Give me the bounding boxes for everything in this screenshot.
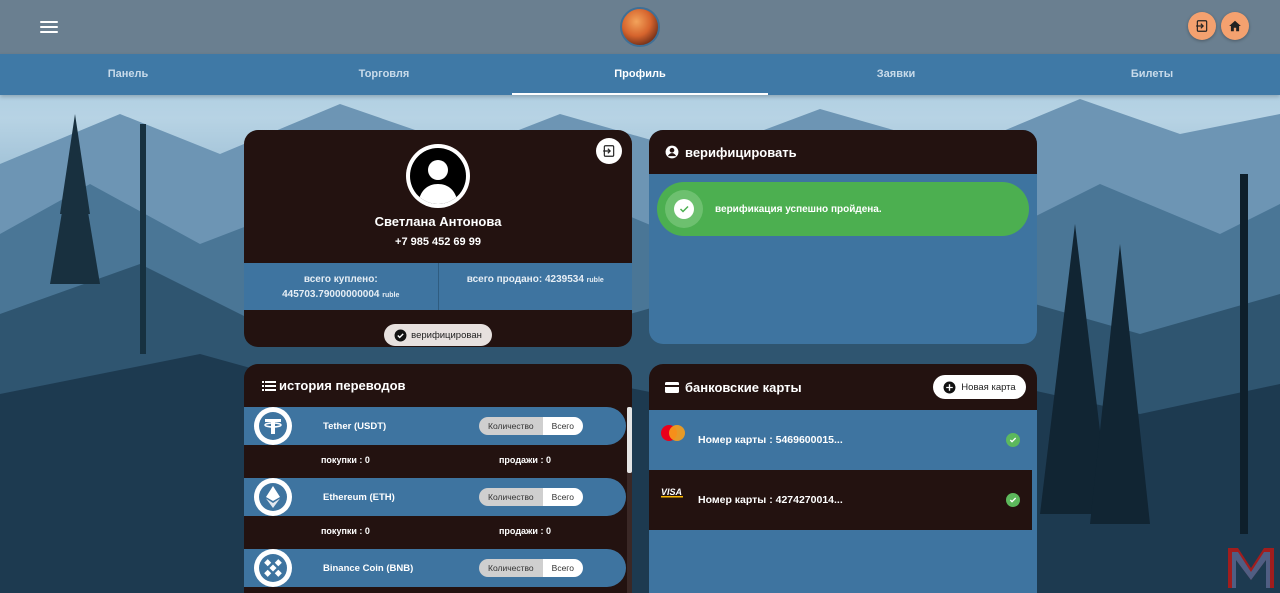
home-icon <box>1229 20 1241 32</box>
new-card-button[interactable]: Новая карта <box>933 375 1026 399</box>
card-number: Номер карты : 4274270014... <box>698 494 843 506</box>
total-sold-label: всего продано: <box>466 274 543 285</box>
tether-icon <box>254 407 292 445</box>
coin-row-bnb[interactable]: Binance Coin (BNB) Количество Всего <box>244 549 626 587</box>
verified-badge-label: верифицирован <box>411 329 482 341</box>
total-bought-value: 445703.79000000004 <box>282 289 380 300</box>
coin-name: Binance Coin (BNB) <box>323 562 414 574</box>
toggle-quantity[interactable]: Количество <box>479 417 543 435</box>
visa-icon: VISA <box>661 487 683 498</box>
account-circle-icon <box>665 145 679 159</box>
total-bought: всего куплено: 445703.79000000004 ruble <box>244 263 438 310</box>
success-icon-ring <box>665 190 703 228</box>
hamburger-menu-icon[interactable] <box>40 18 58 34</box>
watermark-logo <box>1228 548 1274 588</box>
mastercard-icon <box>661 425 685 441</box>
total-sold-unit: ruble <box>586 277 604 284</box>
credit-card-icon <box>665 381 679 393</box>
plus-circle-icon <box>943 381 956 393</box>
card-verified-check-icon <box>1006 433 1020 447</box>
verified-badge: верифицирован <box>384 324 492 346</box>
toggle-quantity[interactable]: Количество <box>479 559 543 577</box>
site-logo[interactable] <box>620 7 660 47</box>
home-button[interactable] <box>1221 12 1249 40</box>
coin-row-usdt[interactable]: Tether (USDT) Количество Всего <box>244 407 626 445</box>
bank-cards-card: банковские карты Новая карта Номер карты… <box>649 364 1037 593</box>
total-sold-value: 4239534 <box>544 274 584 285</box>
total-sold: всего продано: 4239534 ruble <box>437 263 633 310</box>
verify-header: верифицировать <box>649 130 1037 174</box>
coin-buys: покупки : 0 <box>321 526 370 536</box>
coin-stats: покупки : 0 продажи : 0 <box>244 445 626 475</box>
mountain-background <box>0 99 1280 593</box>
history-title: история переводов <box>279 378 406 393</box>
amount-toggle: Количество Всего <box>479 417 583 435</box>
logout-icon <box>603 145 615 157</box>
bank-card-row[interactable]: Номер карты : 5469600015... <box>649 410 1032 470</box>
logout-icon <box>1196 20 1208 32</box>
verification-success-alert: верификация успешно пройдена. <box>657 182 1029 236</box>
user-silhouette-icon <box>418 160 458 204</box>
coin-stats: покупки : 0 продажи : 0 <box>244 516 626 546</box>
amount-toggle: Количество Всего <box>479 559 583 577</box>
card-verified-check-icon <box>1006 493 1020 507</box>
toggle-total[interactable]: Всего <box>542 488 583 506</box>
coin-row-eth[interactable]: Ethereum (ETH) Количество Всего <box>244 478 626 516</box>
binance-icon <box>254 549 292 587</box>
tab-trading[interactable]: Торговля <box>256 54 512 95</box>
avatar <box>406 144 470 208</box>
card-number: Номер карты : 5469600015... <box>698 434 843 446</box>
tab-requests[interactable]: Заявки <box>768 54 1024 95</box>
main-nav: Панель Торговля Профиль Заявки Билеты <box>0 54 1280 95</box>
bank-title: банковские карты <box>685 379 802 395</box>
scrollbar-thumb[interactable] <box>627 407 632 473</box>
profile-card: Светлана Антонова +7 985 452 69 99 всего… <box>244 130 632 347</box>
toggle-quantity[interactable]: Количество <box>479 488 543 506</box>
check-circle-icon <box>394 329 407 341</box>
verification-message: верификация успешно пройдена. <box>715 203 882 215</box>
svg-text:VISA: VISA <box>661 487 682 497</box>
list-icon <box>262 380 276 391</box>
bank-header: банковские карты Новая карта <box>649 364 1037 410</box>
history-scrollbar[interactable] <box>627 407 632 593</box>
verify-card: верифицировать верификация успешно пройд… <box>649 130 1037 344</box>
profile-name: Светлана Антонова <box>374 214 502 229</box>
toggle-total[interactable]: Всего <box>542 417 583 435</box>
logout-button[interactable] <box>1188 12 1216 40</box>
check-icon <box>674 199 694 219</box>
total-bought-unit: ruble <box>382 292 400 299</box>
coin-sells: продажи : 0 <box>499 526 551 536</box>
total-bought-label: всего куплено: <box>303 274 378 285</box>
transfer-history-card: история переводов Tether (USDT) Количест… <box>244 364 632 593</box>
toggle-total[interactable]: Всего <box>542 559 583 577</box>
profile-phone: +7 985 452 69 99 <box>395 236 481 248</box>
coin-buys: покупки : 0 <box>321 455 370 465</box>
ethereum-icon <box>254 478 292 516</box>
tab-panel[interactable]: Панель <box>0 54 256 95</box>
verify-title: верифицировать <box>685 144 797 160</box>
top-bar <box>0 0 1280 54</box>
coin-name: Tether (USDT) <box>323 420 387 432</box>
amount-toggle: Количество Всего <box>479 488 583 506</box>
coin-sells: продажи : 0 <box>499 455 551 465</box>
bank-card-row[interactable]: VISA Номер карты : 4274270014... <box>649 470 1032 530</box>
history-header: история переводов <box>244 364 632 407</box>
new-card-label: Новая карта <box>961 381 1016 393</box>
profile-logout-button[interactable] <box>596 138 622 164</box>
tab-profile[interactable]: Профиль <box>512 54 768 95</box>
coin-name: Ethereum (ETH) <box>323 491 395 503</box>
profile-stats: всего куплено: 445703.79000000004 ruble … <box>244 263 632 310</box>
tab-tickets[interactable]: Билеты <box>1024 54 1280 95</box>
